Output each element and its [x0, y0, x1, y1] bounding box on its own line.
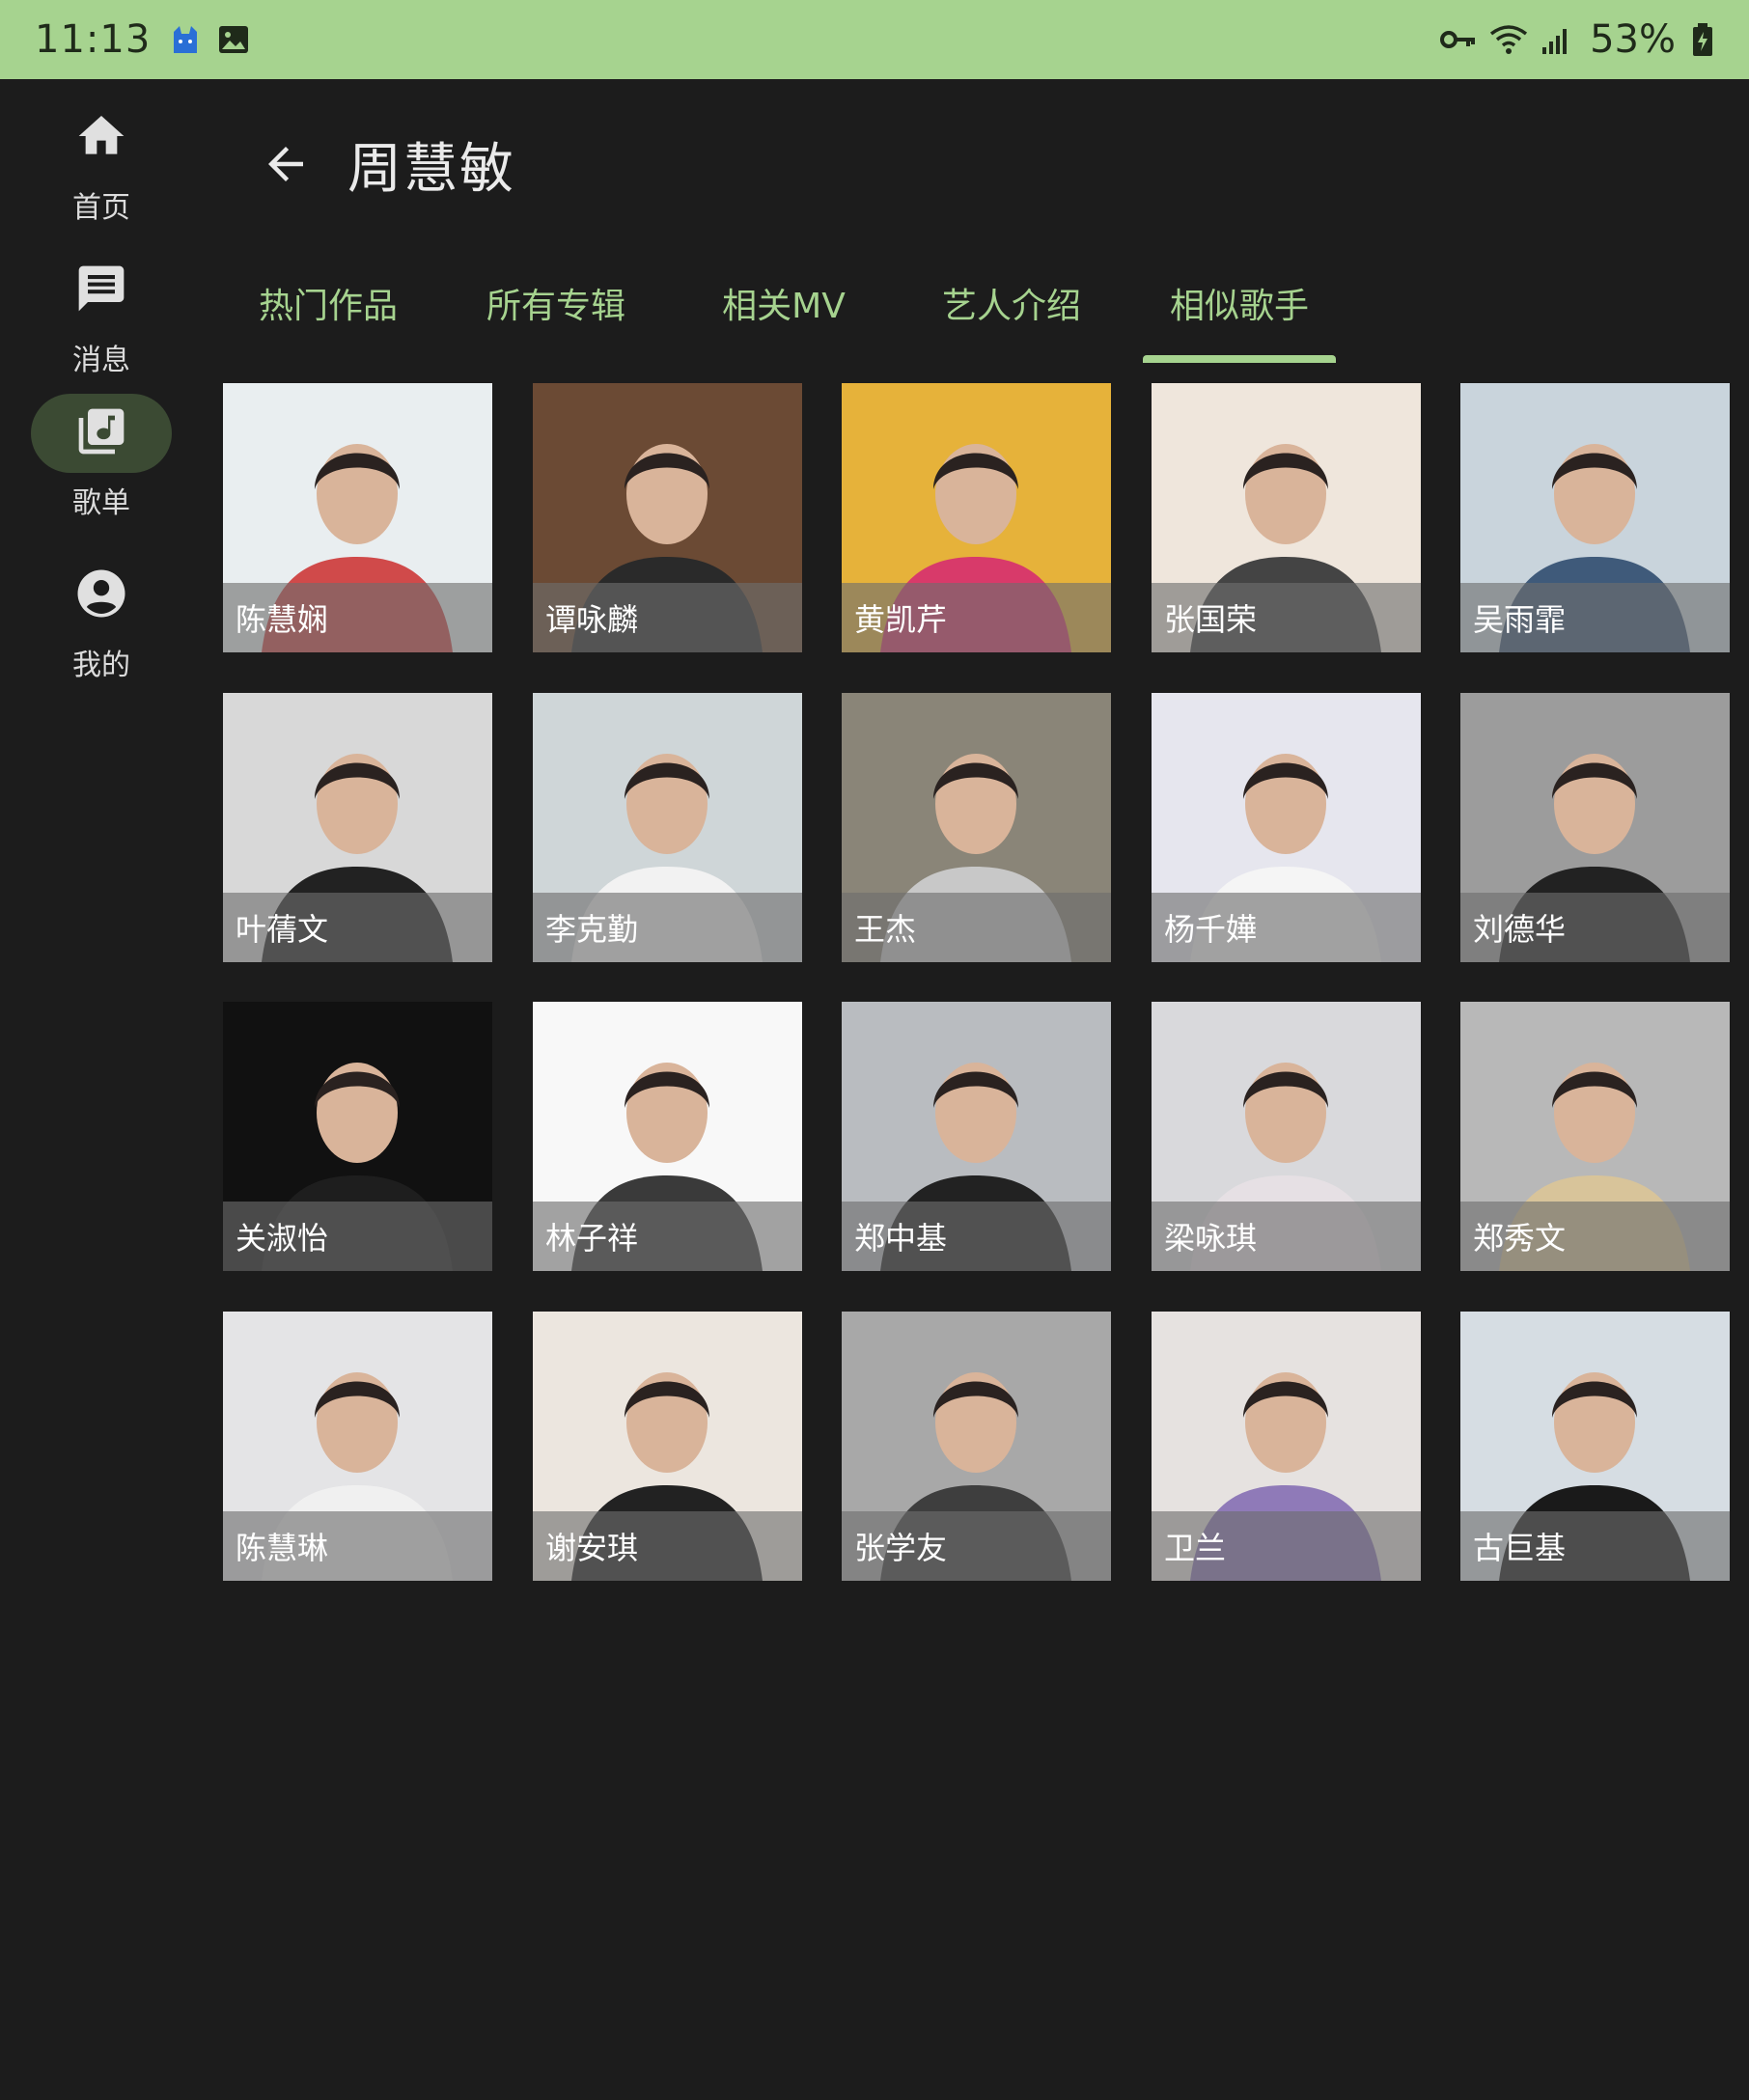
artist-card[interactable]: 杨千嬅	[1152, 693, 1421, 962]
artist-card[interactable]: 古巨基	[1460, 1312, 1730, 1581]
rail-pill[interactable]	[31, 98, 172, 178]
artist-card[interactable]: 谢安琪	[533, 1312, 802, 1581]
tab-label: 艺人介绍	[941, 287, 1081, 326]
account-icon	[74, 566, 128, 624]
artist-card[interactable]: 卫兰	[1152, 1312, 1421, 1581]
artist-card[interactable]: 陈慧琳	[223, 1312, 492, 1581]
rail-item-messages[interactable]: 消息	[0, 251, 203, 378]
image-notification-icon	[216, 22, 251, 57]
artist-card[interactable]: 张学友	[842, 1312, 1111, 1581]
tab-related-mv[interactable]: 相关MV	[670, 243, 898, 363]
tab-all-albums[interactable]: 所有专辑	[442, 243, 670, 363]
artist-name: 黄凯芹	[842, 583, 1111, 652]
artist-card[interactable]: 郑中基	[842, 1002, 1111, 1271]
navigation-rail: 首页 消息 歌单 我的	[0, 79, 203, 2100]
tab-artist-intro[interactable]: 艺人介绍	[898, 243, 1125, 363]
artist-name: 古巨基	[1460, 1511, 1730, 1581]
artist-card[interactable]: 李克勤	[533, 693, 802, 962]
rail-pill[interactable]	[31, 251, 172, 330]
artist-name: 刘德华	[1460, 893, 1730, 962]
tab-label: 相似歌手	[1169, 287, 1309, 326]
status-time: 11:13	[35, 17, 152, 62]
rail-label: 首页	[72, 191, 130, 225]
artist-card[interactable]: 郑秀文	[1460, 1002, 1730, 1271]
artist-card[interactable]: 梁咏琪	[1152, 1002, 1421, 1271]
artist-name: 梁咏琪	[1152, 1202, 1421, 1271]
artist-name: 王杰	[842, 893, 1111, 962]
rail-item-me[interactable]: 我的	[0, 556, 203, 683]
status-bar: 11:13 53%	[0, 0, 1749, 79]
vpn-key-icon	[1439, 22, 1476, 57]
library-music-icon	[74, 404, 128, 462]
artist-name: 谢安琪	[533, 1511, 802, 1581]
artist-card[interactable]: 林子祥	[533, 1002, 802, 1271]
artist-name: 吴雨霏	[1460, 583, 1730, 652]
artist-name: 杨千嬅	[1152, 893, 1421, 962]
artist-card[interactable]: 陈慧娴	[223, 383, 492, 652]
artist-name: 林子祥	[533, 1202, 802, 1271]
artist-name: 叶蒨文	[223, 893, 492, 962]
wifi-icon	[1489, 22, 1528, 57]
artist-name: 卫兰	[1152, 1511, 1421, 1581]
artist-card[interactable]: 王杰	[842, 693, 1111, 962]
artist-card[interactable]: 吴雨霏	[1460, 383, 1730, 652]
rail-item-playlists[interactable]: 歌单	[0, 394, 203, 521]
artist-card[interactable]: 关淑怡	[223, 1002, 492, 1271]
tab-indicator	[1143, 355, 1336, 363]
tab-similar-artists[interactable]: 相似歌手	[1125, 243, 1353, 363]
artist-name: 陈慧娴	[223, 583, 492, 652]
signal-icon	[1540, 22, 1574, 57]
artist-name: 郑中基	[842, 1202, 1111, 1271]
page-title: 周慧敏	[347, 138, 515, 201]
artist-card[interactable]: 张国荣	[1152, 383, 1421, 652]
rail-label: 我的	[72, 649, 130, 682]
artist-name: 张学友	[842, 1511, 1111, 1581]
tab-label: 所有专辑	[486, 287, 625, 326]
arrow-back-icon	[260, 138, 312, 194]
rail-label: 消息	[72, 344, 130, 377]
artist-card[interactable]: 黄凯芹	[842, 383, 1111, 652]
top-app-bar: 周慧敏	[203, 79, 1749, 243]
home-icon	[74, 109, 128, 167]
rail-pill[interactable]	[31, 556, 172, 635]
artist-card[interactable]: 刘德华	[1460, 693, 1730, 962]
artist-card[interactable]: 谭咏麟	[533, 383, 802, 652]
tab-hot-works[interactable]: 热门作品	[214, 243, 442, 363]
rail-label: 歌单	[72, 486, 130, 520]
artist-card[interactable]: 叶蒨文	[223, 693, 492, 962]
rail-pill-active[interactable]	[31, 394, 172, 473]
battery-percent: 53%	[1590, 17, 1676, 62]
back-button[interactable]	[247, 127, 324, 205]
artist-name: 张国荣	[1152, 583, 1421, 652]
tab-label: 热门作品	[258, 287, 398, 326]
artist-name: 谭咏麟	[533, 583, 802, 652]
artist-name: 陈慧琳	[223, 1511, 492, 1581]
rail-item-home[interactable]: 首页	[0, 98, 203, 226]
message-icon	[74, 262, 128, 319]
artist-name: 郑秀文	[1460, 1202, 1730, 1271]
battery-charging-icon	[1691, 22, 1714, 57]
artist-name: 李克勤	[533, 893, 802, 962]
tab-label: 相关MV	[722, 287, 846, 326]
cat-notification-icon	[168, 22, 203, 57]
tab-row: 热门作品 所有专辑 相关MV 艺人介绍 相似歌手	[203, 243, 1749, 363]
artist-name: 关淑怡	[223, 1202, 492, 1271]
